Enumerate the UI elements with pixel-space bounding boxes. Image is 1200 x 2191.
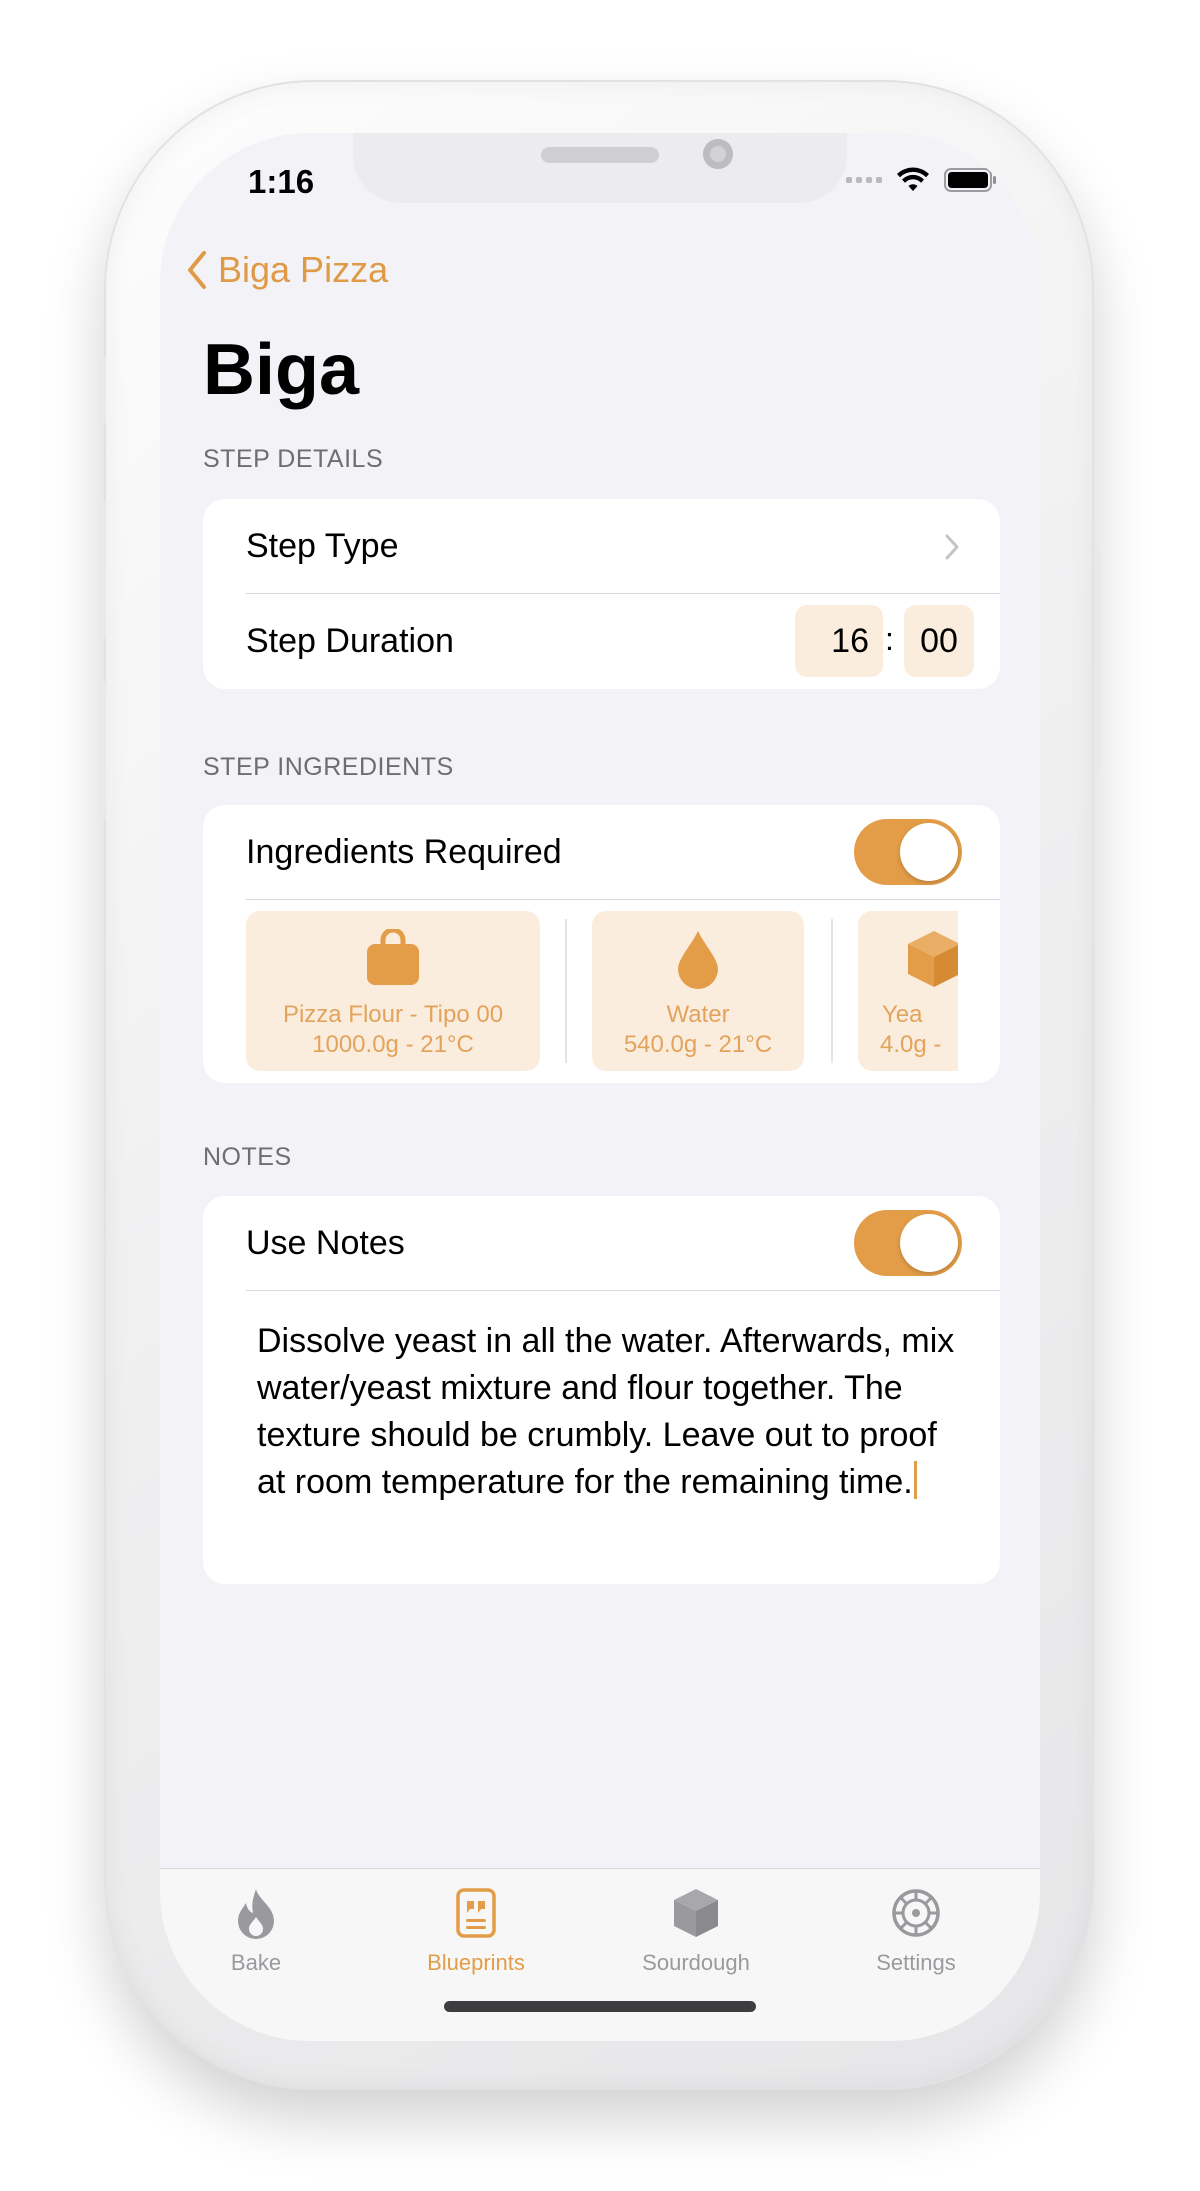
gear-icon: [892, 1889, 940, 1937]
ingredients-required-row: Ingredients Required: [203, 805, 1000, 900]
water-drop-icon: [678, 931, 718, 989]
box-icon: [674, 1889, 718, 1937]
tab-bake[interactable]: Bake: [176, 1887, 336, 1976]
use-notes-toggle[interactable]: [854, 1210, 962, 1276]
ingredients-scroller[interactable]: Pizza Flour - Tipo 00 1000.0g - 21°C Wat…: [246, 911, 958, 1073]
notch: [353, 133, 847, 203]
ingredient-amount: 1000.0g - 21°C: [312, 1031, 474, 1058]
battery-icon: [944, 168, 996, 192]
notes-text: Dissolve yeast in all the water. Afterwa…: [257, 1322, 955, 1501]
volume-up-button: [98, 500, 106, 640]
tab-label: Blueprints: [427, 1950, 525, 1975]
flame-icon: [238, 1889, 274, 1939]
use-notes-row: Use Notes: [203, 1196, 1000, 1291]
step-type-row[interactable]: Step Type: [203, 499, 1000, 594]
front-camera: [703, 139, 733, 169]
tab-blueprints[interactable]: Blueprints: [396, 1887, 556, 1976]
ingredient-name: Yea: [882, 1001, 923, 1028]
ingredient-tile-flour[interactable]: Pizza Flour - Tipo 00 1000.0g - 21°C: [246, 911, 540, 1071]
tab-sourdough[interactable]: Sourdough: [616, 1887, 776, 1976]
cellular-signal-icon: [846, 177, 882, 183]
ingredient-tile-yeast[interactable]: Yea 4.0g -: [858, 911, 958, 1071]
status-time: 1:16: [248, 163, 315, 200]
toggle-knob: [900, 1214, 958, 1272]
status-icons: [846, 167, 998, 193]
step-details-card: Step Type Step Duration 16 : 00: [203, 499, 1000, 689]
power-button: [1094, 550, 1102, 770]
notes-card: Use Notes Dissolve yeast in all the wate…: [203, 1196, 1000, 1584]
speaker-grille: [541, 147, 659, 163]
step-duration-label: Step Duration: [246, 622, 454, 660]
row-separator: [246, 1290, 1000, 1291]
section-header-step-details: STEP DETAILS: [203, 445, 384, 473]
tab-label: Settings: [876, 1950, 956, 1975]
tab-label: Sourdough: [642, 1950, 750, 1975]
notes-text-editor[interactable]: Dissolve yeast in all the water. Afterwa…: [257, 1318, 967, 1506]
duration-hours-picker[interactable]: 16: [795, 605, 883, 677]
ingredient-name: Water: [666, 1001, 730, 1028]
ingredients-required-toggle[interactable]: [854, 819, 962, 885]
tab-settings[interactable]: Settings: [836, 1887, 996, 1976]
ingredient-name: Pizza Flour - Tipo 00: [282, 1001, 504, 1028]
phone-screen: 1:16 Biga Pizza Biga STEP DETAILS Step T…: [160, 133, 1040, 2041]
text-cursor: [913, 1461, 917, 1499]
tile-divider: [831, 919, 833, 1063]
box-icon: [908, 931, 958, 987]
home-indicator[interactable]: [444, 2001, 756, 2012]
page-title: Biga: [203, 330, 360, 410]
row-separator: [246, 899, 1000, 900]
ingredients-required-label: Ingredients Required: [246, 833, 562, 871]
use-notes-label: Use Notes: [246, 1224, 405, 1262]
tab-bar: Bake Blueprints Sourdough Settings: [160, 1868, 1040, 2041]
toggle-knob: [900, 823, 958, 881]
step-ingredients-card: Ingredients Required Pizza Flour - Tipo …: [203, 805, 1000, 1083]
ingredient-amount: 4.0g -: [880, 1031, 942, 1058]
step-type-label: Step Type: [246, 527, 399, 565]
mute-switch: [98, 355, 106, 425]
tile-divider: [565, 919, 567, 1063]
tab-label: Bake: [230, 1950, 282, 1975]
ingredient-amount: 540.0g - 21°C: [623, 1031, 773, 1058]
back-button[interactable]: Biga Pizza: [186, 249, 388, 291]
chevron-left-icon: [188, 251, 206, 289]
duration-separator: :: [885, 621, 894, 657]
duration-minutes-picker[interactable]: 00: [904, 605, 974, 677]
recipe-card-icon: [456, 1888, 496, 1938]
back-button-label: Biga Pizza: [218, 249, 389, 290]
section-header-notes: NOTES: [203, 1143, 292, 1171]
section-header-step-ingredients: STEP INGREDIENTS: [203, 753, 454, 781]
chevron-right-icon: [945, 534, 959, 559]
wifi-icon: [897, 167, 929, 191]
volume-down-button: [98, 680, 106, 820]
bag-icon: [367, 929, 419, 985]
ingredient-tile-water[interactable]: Water 540.0g - 21°C: [592, 911, 804, 1071]
